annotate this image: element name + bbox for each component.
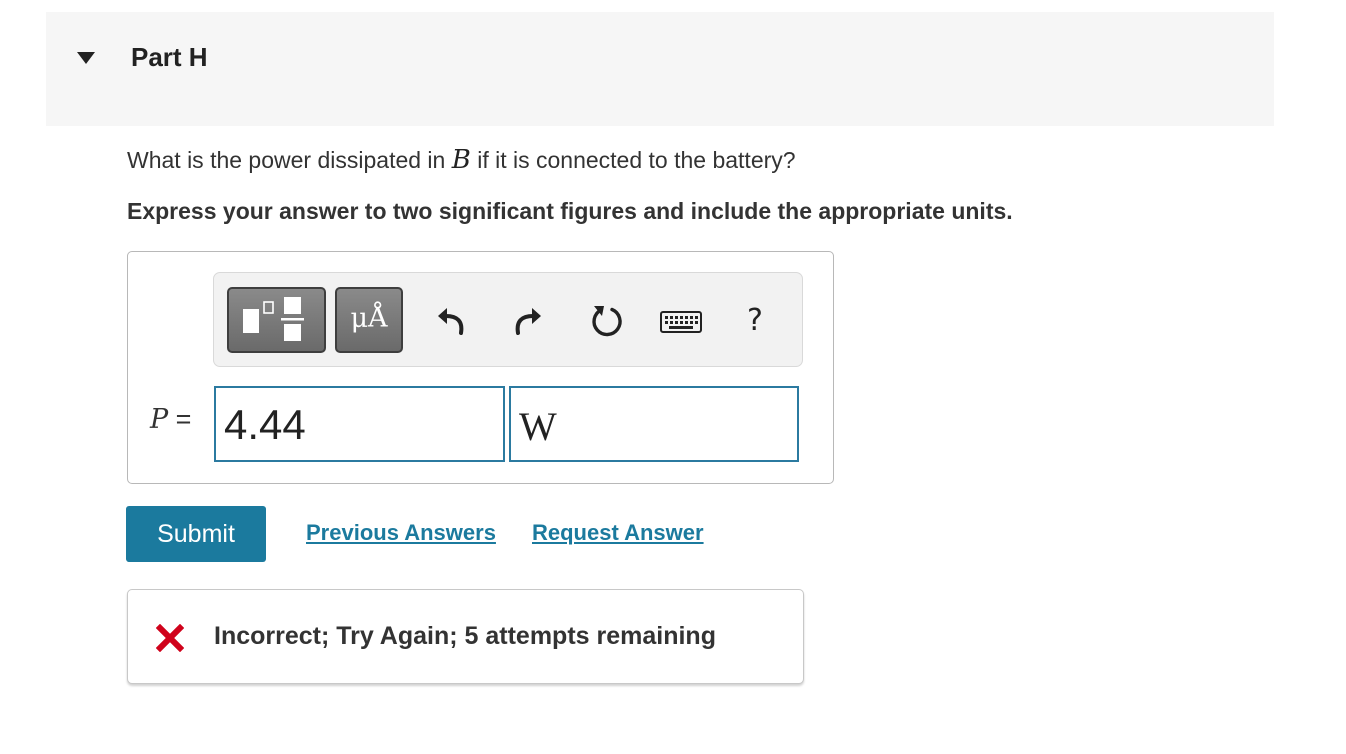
part-header[interactable]: Part H [46, 12, 1274, 126]
keyboard-icon[interactable] [660, 311, 702, 333]
question-text-after: if it is connected to the battery? [470, 147, 796, 173]
templates-button[interactable] [227, 287, 326, 353]
help-button[interactable]: ? [747, 303, 763, 338]
equals-sign: = [168, 404, 192, 434]
math-toolbar: μÅ ? [213, 272, 803, 367]
collapse-caret-icon[interactable] [77, 52, 95, 64]
submit-button[interactable]: Submit [126, 506, 266, 562]
undo-icon[interactable] [435, 302, 469, 336]
feedback-panel: Incorrect; Try Again; 5 attempts remaini… [127, 589, 804, 684]
answer-unit-input[interactable]: W [509, 386, 799, 462]
units-button[interactable]: μÅ [335, 287, 403, 353]
feedback-message: Incorrect; Try Again; 5 attempts remaini… [214, 622, 716, 650]
question-text-before: What is the power dissipated in [127, 147, 452, 173]
instruction-text: Express your answer to two significant f… [127, 198, 1013, 224]
question-text: What is the power dissipated in B if it … [127, 145, 796, 175]
previous-answers-link[interactable]: Previous Answers [306, 520, 496, 546]
reset-icon[interactable] [588, 302, 624, 338]
incorrect-x-icon [156, 624, 184, 652]
redo-icon[interactable] [510, 302, 544, 336]
answer-value-text: 4.44 [224, 401, 306, 448]
part-title: Part H [131, 42, 208, 72]
units-button-label: μÅ [350, 303, 388, 334]
answer-value-input[interactable]: 4.44 [214, 386, 505, 462]
question-variable: B [451, 145, 471, 175]
templates-icon [243, 297, 304, 341]
request-answer-link[interactable]: Request Answer [532, 520, 704, 546]
answer-variable: P [150, 404, 169, 435]
answer-variable-label: P = [150, 404, 191, 435]
answer-box: μÅ ? P = 4.44 W [127, 251, 834, 484]
answer-unit-text: W [519, 404, 557, 449]
